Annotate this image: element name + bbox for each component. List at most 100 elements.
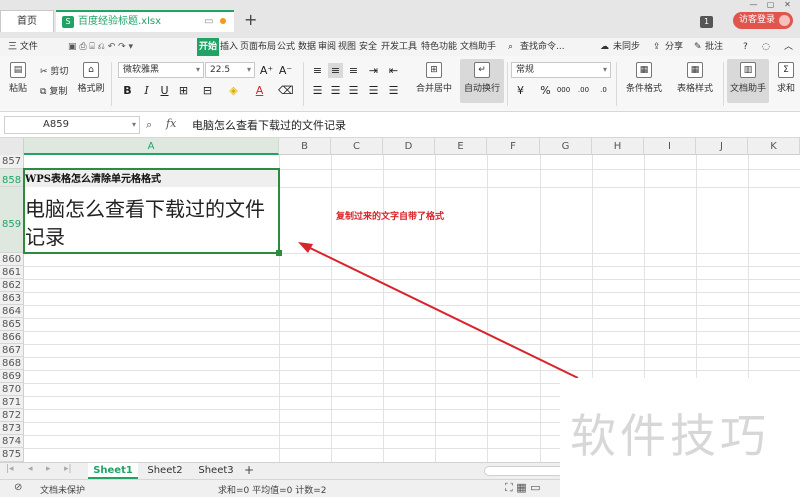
column-header-g[interactable]: G	[540, 138, 592, 155]
row-header-867[interactable]: 867	[0, 344, 24, 357]
column-header-a[interactable]: A	[24, 138, 279, 155]
sync-status[interactable]: 未同步	[613, 38, 640, 56]
collapse-ribbon-icon[interactable]: ︿	[784, 38, 793, 56]
align-left-icon[interactable]: ☰	[310, 83, 325, 98]
sheet-tab-2[interactable]: Sheet2	[140, 463, 190, 479]
column-header-j[interactable]: J	[696, 138, 748, 155]
outdent-icon[interactable]: ⇤	[386, 63, 401, 78]
row-header-866[interactable]: 866	[0, 331, 24, 344]
column-header-h[interactable]: H	[592, 138, 644, 155]
column-header-k[interactable]: K	[748, 138, 800, 155]
home-tab[interactable]: 首页	[0, 10, 54, 32]
name-box[interactable]: A859 ▾	[4, 116, 140, 134]
number-format-select[interactable]: 常规 ▾	[511, 62, 611, 78]
menu-tab-home[interactable]: 开始	[197, 38, 220, 56]
row-header-870[interactable]: 870	[0, 383, 24, 396]
row-header-861[interactable]: 861	[0, 266, 24, 279]
close-window-button[interactable]: ✕	[779, 0, 796, 9]
fx-icon[interactable]: fx	[166, 117, 176, 130]
menu-tab-features[interactable]: 特色功能	[421, 38, 457, 56]
column-header-b[interactable]: B	[279, 138, 331, 155]
thousands-icon[interactable]: 000	[556, 83, 571, 98]
next-sheet-icon[interactable]: ▸	[46, 464, 51, 474]
format-painter-button[interactable]: ⌂ 格式刷	[76, 62, 106, 94]
paste-button[interactable]: ▤ 粘贴	[6, 62, 30, 94]
row-header-863[interactable]: 863	[0, 292, 24, 305]
doc-assistant-button[interactable]: ▥ 文档助手	[727, 59, 769, 103]
menu-tab-insert[interactable]: 插入	[220, 38, 238, 56]
row-header-859[interactable]: 859	[0, 187, 24, 253]
zoom-icon[interactable]: ⌕	[146, 118, 152, 132]
align-center-icon[interactable]: ☰	[328, 83, 343, 98]
menu-tab-review[interactable]: 审阅	[318, 38, 336, 56]
copy-button[interactable]: ⧉ 复制	[40, 84, 67, 97]
bold-button[interactable]: B	[120, 83, 135, 98]
increase-font-icon[interactable]: A⁺	[259, 63, 274, 78]
align-bottom-icon[interactable]: ≡	[346, 63, 361, 78]
maximize-button[interactable]: ▢	[762, 0, 779, 9]
column-header-d[interactable]: D	[383, 138, 435, 155]
new-tab-button[interactable]: +	[244, 11, 260, 29]
underline-button[interactable]: U	[157, 83, 172, 98]
first-sheet-icon[interactable]: |◂	[6, 464, 14, 474]
currency-icon[interactable]: ¥	[513, 83, 528, 98]
share-button[interactable]: 分享	[665, 38, 683, 56]
column-header-i[interactable]: I	[644, 138, 696, 155]
row-header-875[interactable]: 875	[0, 448, 24, 462]
row-header-858[interactable]: 858	[0, 169, 24, 187]
sheet-tab-3[interactable]: Sheet3	[191, 463, 241, 479]
italic-button[interactable]: I	[139, 83, 154, 98]
column-header-c[interactable]: C	[331, 138, 383, 155]
merge-center-button[interactable]: ⊞ 合并居中	[412, 62, 456, 94]
font-name-select[interactable]: 微软雅黑 ▾	[118, 62, 204, 78]
decrease-decimal-icon[interactable]: .0	[596, 83, 611, 98]
fill-color-icon[interactable]: ◈	[226, 83, 241, 98]
row-header-857[interactable]: 857	[0, 155, 24, 169]
visitor-login-button[interactable]: 访客登录	[733, 12, 793, 29]
command-search[interactable]: 查找命令...	[520, 38, 565, 56]
row-header-860[interactable]: 860	[0, 253, 24, 266]
row-header-872[interactable]: 872	[0, 409, 24, 422]
border-icon[interactable]: ⊞	[176, 83, 191, 98]
help-button[interactable]: ?	[743, 38, 748, 56]
column-header-f[interactable]: F	[487, 138, 540, 155]
font-size-select[interactable]: 22.5 ▾	[205, 62, 255, 78]
table-style-button[interactable]: ▦ 表格样式	[670, 62, 720, 94]
sum-button[interactable]: Σ 求和	[774, 62, 798, 94]
add-sheet-button[interactable]: +	[244, 463, 254, 477]
prev-sheet-icon[interactable]: ◂	[28, 464, 33, 474]
align-middle-icon[interactable]: ≡	[328, 63, 343, 78]
row-header-874[interactable]: 874	[0, 435, 24, 448]
monitor-icon[interactable]: ▭	[204, 12, 213, 31]
justify-icon[interactable]: ☰	[366, 83, 381, 98]
quick-access-icons[interactable]: ▣ ⎙ ⌸ ⎌ ↶ ↷ ▾	[68, 38, 133, 56]
increase-decimal-icon[interactable]: .00	[576, 83, 591, 98]
row-header-865[interactable]: 865	[0, 318, 24, 331]
row-header-873[interactable]: 873	[0, 422, 24, 435]
align-top-icon[interactable]: ≡	[310, 63, 325, 78]
font-color-icon[interactable]: A	[252, 83, 267, 98]
align-right-icon[interactable]: ☰	[346, 83, 361, 98]
menu-tab-page-layout[interactable]: 页面布局	[240, 38, 276, 56]
cut-button[interactable]: ✂ 剪切	[40, 64, 68, 77]
menu-tab-formula[interactable]: 公式	[277, 38, 295, 56]
select-all-corner[interactable]	[0, 138, 24, 155]
file-menu[interactable]: 三 文件	[8, 38, 38, 56]
minimize-button[interactable]: —	[745, 0, 762, 9]
menu-tab-doc-assistant[interactable]: 文档助手	[460, 38, 496, 56]
decrease-font-icon[interactable]: A⁻	[278, 63, 293, 78]
view-mode-icons[interactable]: ⛶ ▦ ▭	[505, 481, 540, 495]
row-header-869[interactable]: 869	[0, 370, 24, 383]
menu-tab-security[interactable]: 安全	[359, 38, 377, 56]
menu-tab-developer[interactable]: 开发工具	[381, 38, 417, 56]
horizontal-scrollbar[interactable]	[484, 466, 564, 476]
protect-status[interactable]: 文档未保护	[40, 483, 85, 496]
column-header-e[interactable]: E	[435, 138, 487, 155]
row-header-864[interactable]: 864	[0, 305, 24, 318]
conditional-format-button[interactable]: ▦ 条件格式	[620, 62, 668, 94]
row-header-868[interactable]: 868	[0, 357, 24, 370]
sheet-tab-1[interactable]: Sheet1	[88, 463, 138, 479]
row-header-871[interactable]: 871	[0, 396, 24, 409]
formula-input[interactable]: 电脑怎么查看下载过的文件记录	[192, 117, 346, 133]
tab-count-badge[interactable]: 1	[700, 16, 713, 28]
